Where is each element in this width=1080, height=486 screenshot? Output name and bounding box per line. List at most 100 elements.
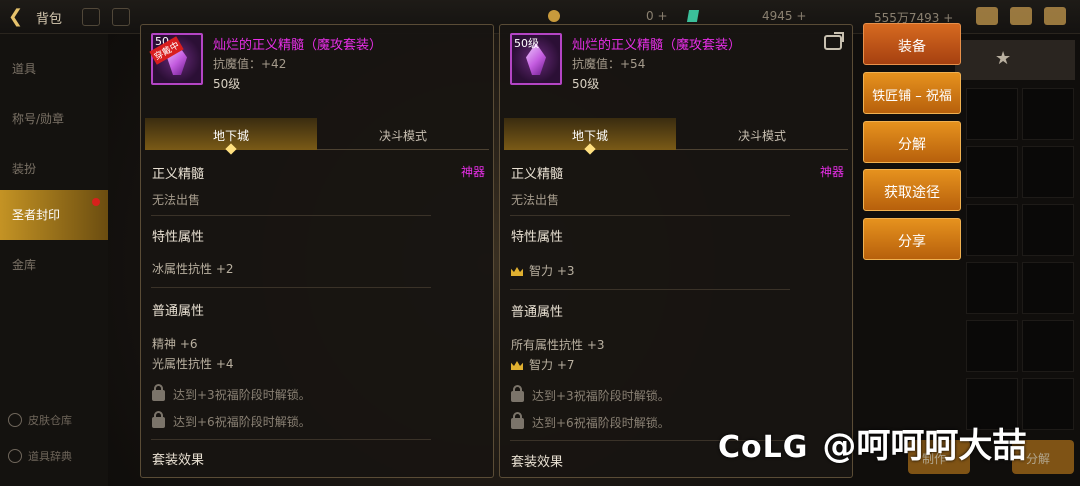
tab-label: 地下城: [571, 129, 608, 143]
locked-attr: 达到+3祝福阶段时解锁。: [511, 385, 670, 404]
crown-icon: [511, 361, 523, 370]
inventory-slot[interactable]: [966, 146, 1018, 198]
sidebar-item-label: 道具: [12, 62, 37, 76]
locked-attr-text: 达到+3祝福阶段时解锁。: [532, 389, 670, 403]
sidebar-item-avatar[interactable]: 装扮: [0, 144, 108, 194]
normal-attr: 精神 +6: [152, 337, 198, 351]
locked-attr: 达到+6祝福阶段时解锁。: [152, 411, 311, 430]
sidebar-item-titles[interactable]: 称号/勋章: [0, 94, 108, 144]
skin-storage-label: 皮肤仓库: [28, 414, 72, 427]
item-name: 灿烂的正义精髓（魔攻套装）: [213, 38, 383, 53]
special-attr-text: 智力 +3: [529, 264, 575, 278]
locked-attr-text: 达到+6祝福阶段时解锁。: [173, 415, 311, 429]
blacksmith-bless-button[interactable]: 铁匠铺 – 祝福: [863, 72, 961, 114]
locked-attr-text: 达到+6祝福阶段时解锁。: [532, 416, 670, 430]
divider: [510, 215, 790, 216]
sidebar-item-seal[interactable]: 圣者封印: [0, 190, 108, 240]
item-type: 正义精髓: [511, 167, 564, 182]
equipped-item-tooltip: 50 穿戴中 灿烂的正义精髓（魔攻套装） 抗魔值：+42 50级 地下城 决斗模…: [140, 24, 494, 478]
inventory-slot[interactable]: [1022, 378, 1074, 430]
skin-storage-icon: [8, 413, 22, 427]
share-button[interactable]: 分享: [863, 218, 961, 260]
skin-storage-link[interactable]: 皮肤仓库: [8, 412, 72, 428]
sidebar-item-label: 圣者封印: [12, 208, 61, 222]
inventory-slot[interactable]: [966, 88, 1018, 140]
back-arrow-icon[interactable]: ❮: [8, 6, 23, 27]
tab-dungeon[interactable]: 地下城: [504, 118, 676, 155]
normal-attr-text: 智力 +7: [529, 358, 575, 372]
tab-label: 地下城: [212, 129, 249, 143]
active-tab-indicator: [225, 143, 237, 155]
inventory-slot[interactable]: [1022, 204, 1074, 256]
item-name: 灿烂的正义精髓（魔攻套装）: [572, 38, 742, 53]
divider: [151, 287, 431, 288]
inventory-slot[interactable]: [966, 320, 1018, 372]
item-magic-resist: 抗魔值：+42: [213, 57, 287, 71]
disassemble-label: 分解: [898, 137, 926, 153]
divider: [151, 439, 431, 440]
sidebar-item-label: 称号/勋章: [12, 112, 65, 126]
normal-attrs-title: 普通属性: [152, 304, 205, 319]
special-attr: 冰属性抗性 +2: [152, 262, 234, 276]
tab-pvp[interactable]: 决斗模式: [317, 118, 489, 150]
inventory-slot[interactable]: [966, 262, 1018, 314]
rarity-label: 神器: [460, 165, 485, 179]
gem-icon: [686, 10, 700, 22]
item-icon: 50级: [510, 33, 562, 85]
view-toggle-icon[interactable]: [82, 8, 100, 26]
chat-icon[interactable]: [1044, 7, 1066, 25]
normal-attr: 智力 +7: [511, 356, 575, 373]
normal-attr: 光属性抗性 +4: [152, 357, 234, 371]
item-magic-resist: 抗魔值：+54: [572, 57, 646, 71]
locked-attr: 达到+6祝福阶段时解锁。: [511, 412, 670, 431]
disassemble-button[interactable]: 分解: [863, 121, 961, 163]
sidebar-item-items[interactable]: 道具: [0, 44, 108, 94]
equip-button[interactable]: 装备: [863, 23, 961, 65]
special-attrs-title: 特性属性: [152, 230, 205, 245]
normal-attrs-title: 普通属性: [511, 305, 564, 320]
sidebar: 道具 称号/勋章 装扮 圣者封印 金库 皮肤仓库 道具辞典: [0, 34, 108, 486]
normal-attr: 所有属性抗性 +3: [511, 338, 605, 352]
rarity-label: 神器: [819, 165, 844, 179]
inventory-slot[interactable]: [966, 204, 1018, 256]
watermark: CoLG @呵呵呵大喆: [718, 418, 1026, 467]
set-effect-title: 套装效果: [152, 453, 205, 468]
obtain-method-button[interactable]: 获取途径: [863, 169, 961, 211]
share-icon[interactable]: [824, 32, 844, 50]
tab-pvp[interactable]: 决斗模式: [676, 118, 848, 150]
grid-header: ★: [955, 40, 1075, 80]
active-tab-indicator: [584, 143, 596, 155]
inventory-slot[interactable]: [1022, 146, 1074, 198]
sidebar-item-vault[interactable]: 金库: [0, 240, 108, 290]
crown-shop-icon[interactable]: [976, 7, 998, 25]
lock-icon: [511, 385, 524, 402]
blacksmith-bless-label: 铁匠铺 – 祝福: [872, 89, 952, 104]
star-icon[interactable]: ★: [995, 48, 1011, 69]
lock-icon: [152, 411, 165, 428]
inventory-slot[interactable]: [1022, 88, 1074, 140]
share-label: 分享: [898, 234, 926, 250]
divider: [151, 215, 431, 216]
item-dictionary-link[interactable]: 道具辞典: [8, 448, 72, 464]
disassemble-bottom-label: 分解: [1026, 452, 1051, 466]
selected-item-tooltip: 50级 灿烂的正义精髓（魔攻套装） 抗魔值：+54 50级 地下城 决斗模式 正…: [499, 24, 853, 478]
item-type: 正义精髓: [152, 167, 205, 182]
gem-value: 4945: [762, 9, 793, 23]
mail-icon[interactable]: [1010, 7, 1032, 25]
sort-icon[interactable]: [112, 8, 130, 26]
tab-label: 决斗模式: [378, 129, 427, 143]
page-title: 背包: [36, 12, 63, 27]
obtain-method-label: 获取途径: [884, 185, 940, 201]
item-dictionary-icon: [8, 449, 22, 463]
special-attrs-title: 特性属性: [511, 230, 564, 245]
tab-label: 决斗模式: [737, 129, 786, 143]
lock-icon: [511, 412, 524, 429]
tab-dungeon[interactable]: 地下城: [145, 118, 317, 155]
set-effect-title: 套装效果: [511, 455, 564, 470]
gold-value: 0: [646, 9, 654, 23]
item-level: 50级: [572, 77, 600, 91]
inventory-slot[interactable]: [1022, 320, 1074, 372]
colg-logo: CoLG: [718, 430, 809, 465]
gem-counter: 4945 +: [686, 9, 806, 23]
inventory-slot[interactable]: [1022, 262, 1074, 314]
